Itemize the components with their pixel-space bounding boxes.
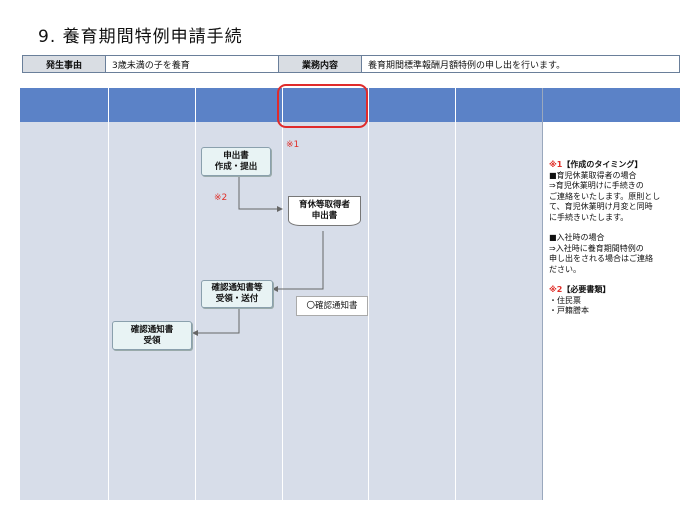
remark-mark-2: ※2 <box>549 285 563 294</box>
box-line: 確認通知書 <box>130 324 174 335</box>
box-line: 受領・送付 <box>215 294 259 304</box>
childcare-leave-form-document: 育休等取得者 申出書 <box>288 196 361 226</box>
box-line: 受領 <box>143 335 161 346</box>
application-form-create-box: 申出書 作成・提出 <box>201 147 271 176</box>
remark-line: ⇒入社時に養育期間特例の <box>549 243 644 253</box>
note-mark-2: ※2 <box>214 193 228 203</box>
remark-title-1: 【作成のタイミング】 <box>562 160 643 169</box>
doc-line: 申出書 <box>311 211 338 221</box>
box-line: 申出書 <box>223 150 249 161</box>
remark-title-2: 【必要書類】 <box>562 285 611 294</box>
box-line: 作成・提出 <box>214 161 258 172</box>
remarks-notes: ※1【作成のタイミング】 ■育児休業取得者の場合 ⇒育児休業明けに手続きの ご連… <box>549 160 675 317</box>
confirmation-receive-box: 確認通知書 受領 <box>112 321 192 350</box>
remark-line: に手続きいたします。 <box>549 212 629 222</box>
confirmation-notice-document: 〇確認通知書 <box>296 296 368 316</box>
remark-mark-1: ※1 <box>549 160 563 169</box>
remark-line: ■育児休業取得者の場合 <box>549 170 637 180</box>
remark-line: ⇒育児休業明けに手続きの <box>549 181 644 190</box>
remark-line: 申し出をされる場合はご連絡 <box>549 254 653 263</box>
box-line: 確認通知書等 <box>211 283 263 293</box>
doc-line: 育休等取得者 <box>298 200 350 210</box>
remark-line: ・戸籍謄本 <box>549 306 589 315</box>
note-mark-1: ※1 <box>286 140 300 150</box>
remark-line: ・住民票 <box>549 295 581 305</box>
remark-line: て、育児休業明け月変と同時 <box>549 202 653 211</box>
remark-line: ご連絡をいたします。原則とし <box>549 191 661 201</box>
remark-line: ださい。 <box>549 264 581 274</box>
remark-line: ■入社時の場合 <box>549 233 605 242</box>
confirmation-receive-send-box: 確認通知書等 受領・送付 <box>201 280 273 308</box>
